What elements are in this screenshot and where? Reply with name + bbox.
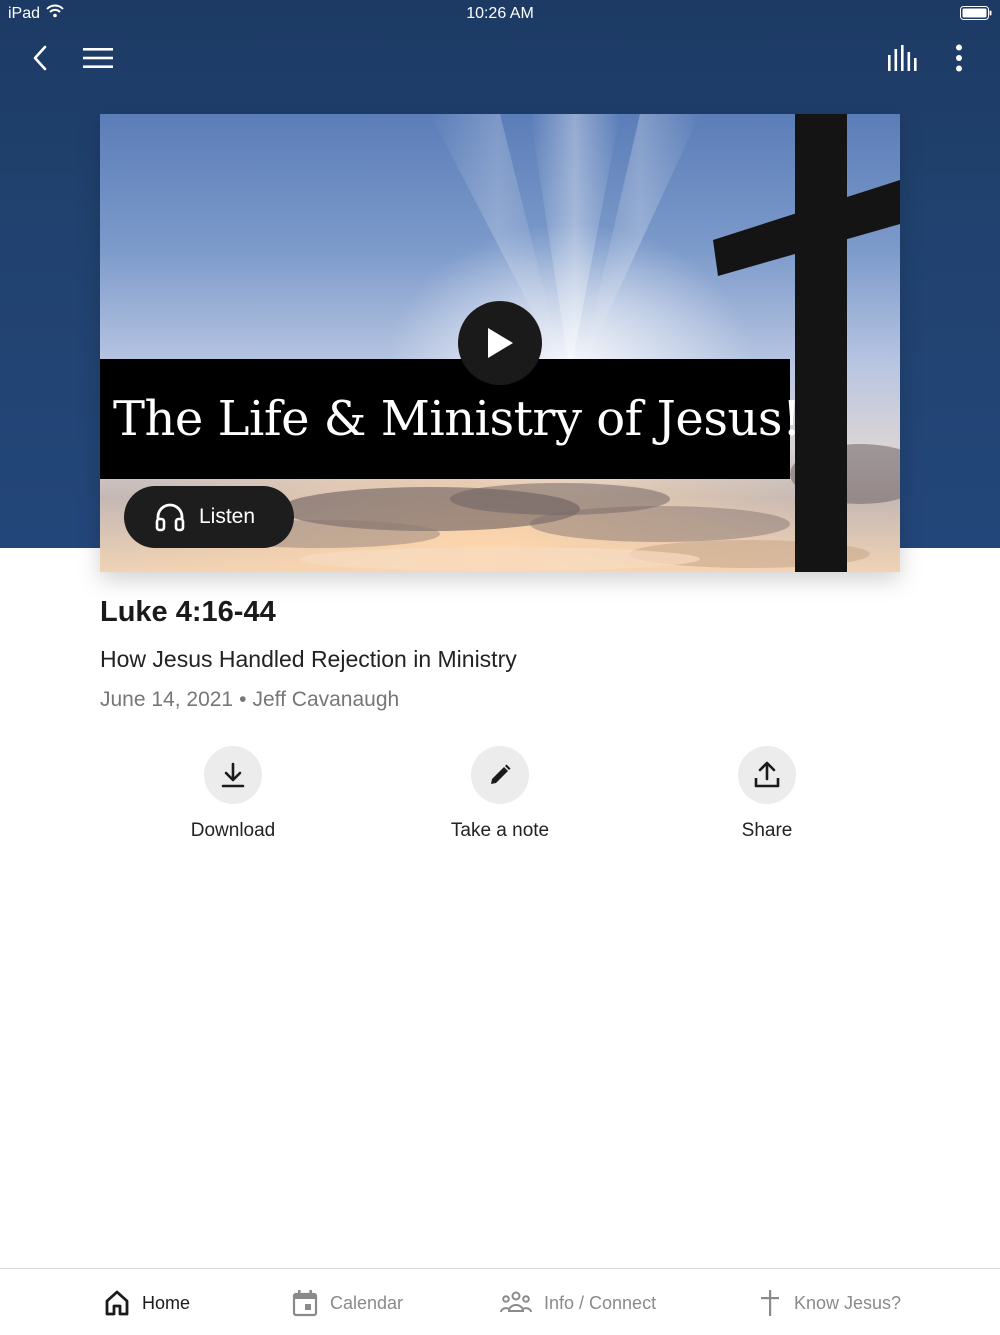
more-options-button[interactable] xyxy=(944,40,974,76)
sermon-meta: June 14, 2021 • Jeff Cavanaugh xyxy=(100,688,399,712)
download-label: Download xyxy=(190,820,276,841)
more-vertical-icon xyxy=(956,44,962,72)
tab-home-label: Home xyxy=(142,1292,191,1313)
tab-info-connect-label: Info / Connect xyxy=(544,1292,657,1313)
share-icon xyxy=(754,761,780,788)
audio-levels-icon xyxy=(888,45,917,71)
tab-know-jesus[interactable]: Know Jesus? xyxy=(758,1287,901,1319)
battery-icon xyxy=(960,6,992,20)
share-button[interactable]: Share xyxy=(667,746,867,842)
share-label: Share xyxy=(741,820,793,841)
sermon-title: How Jesus Handled Rejection in Ministry xyxy=(100,646,517,672)
tab-home[interactable]: Home xyxy=(104,1287,190,1319)
artwork-title: The Life & Ministry of Jesus! xyxy=(113,391,801,447)
calendar-icon xyxy=(292,1290,318,1317)
artwork-title-band: The Life & Ministry of Jesus! xyxy=(100,359,801,479)
listen-label: Listen xyxy=(199,505,256,528)
tab-know-jesus-label: Know Jesus? xyxy=(794,1292,902,1313)
sermon-speaker: Jeff Cavanaugh xyxy=(252,688,400,711)
home-icon xyxy=(105,1290,129,1316)
chevron-left-icon xyxy=(33,45,47,71)
play-video-button[interactable] xyxy=(458,301,542,385)
tab-info-connect[interactable]: Info / Connect xyxy=(500,1287,656,1319)
tab-calendar-label: Calendar xyxy=(330,1292,404,1313)
people-icon xyxy=(500,1291,532,1313)
meta-separator: • xyxy=(239,688,247,711)
download-icon-circle xyxy=(204,746,262,804)
download-icon xyxy=(221,762,245,788)
tab-calendar[interactable]: Calendar xyxy=(292,1287,403,1319)
listen-button[interactable]: Listen xyxy=(124,486,294,548)
audio-levels-button[interactable] xyxy=(884,40,920,76)
cross-icon xyxy=(761,1290,779,1316)
back-button[interactable] xyxy=(24,40,56,76)
download-button[interactable]: Download xyxy=(133,746,333,842)
sermon-artwork: The Life & Ministry of Jesus! Listen xyxy=(100,114,900,572)
status-bar: iPad 10:26 AM xyxy=(0,0,1000,28)
status-time: 10:26 AM xyxy=(466,5,534,22)
hamburger-icon xyxy=(83,48,113,68)
play-icon xyxy=(488,328,513,358)
headphones-icon xyxy=(155,502,185,532)
sermon-date: June 14, 2021 xyxy=(100,688,234,711)
take-note-button[interactable]: Take a note xyxy=(400,746,600,842)
sermon-scripture: Luke 4:16-44 xyxy=(100,596,276,628)
take-note-label: Take a note xyxy=(450,820,550,841)
bottom-tab-bar: Home Calendar Info / Connect Know Jesus? xyxy=(0,1268,1000,1335)
share-icon-circle xyxy=(738,746,796,804)
menu-button[interactable] xyxy=(80,40,116,76)
note-icon-circle xyxy=(471,746,529,804)
pencil-icon xyxy=(491,764,511,784)
